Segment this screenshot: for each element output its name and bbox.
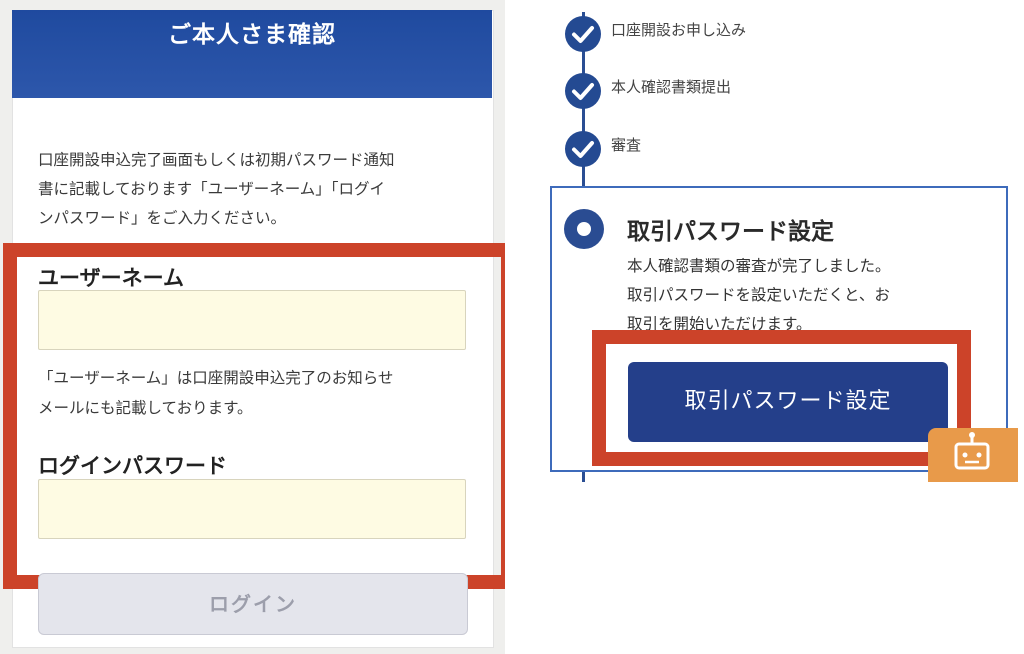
password-label: ログインパスワード <box>38 454 227 478</box>
check-icon <box>565 131 601 167</box>
desc-line: 本人確認書類の審査が完了しました。 <box>627 257 891 275</box>
password-input[interactable] <box>38 479 466 539</box>
desc-line: 取引パスワードを設定いただくと、お <box>627 286 890 304</box>
check-icon <box>565 73 601 109</box>
set-trading-password-label: 取引パスワード設定 <box>684 389 892 414</box>
intro-text: 口座開設申込完了画面もしくは初期パスワード通知 書に記載しております「ユーザーネ… <box>38 146 470 233</box>
step-label-review: 審査 <box>611 136 642 154</box>
set-trading-password-button[interactable]: 取引パスワード設定 <box>628 362 948 442</box>
step-label-id-documents: 本人確認書類提出 <box>611 78 732 96</box>
username-label: ユーザーネーム <box>38 266 184 290</box>
current-step-dot-icon <box>564 209 604 249</box>
step-label-application: 口座開設お申し込み <box>611 21 747 39</box>
login-button-label: ログイン <box>209 592 297 616</box>
check-icon <box>565 16 601 52</box>
chat-support-icon[interactable] <box>928 428 1018 482</box>
username-note: 「ユーザーネーム」は口座開設申込完了のお知らせ メールにも記載しております。 <box>38 363 470 423</box>
page-title: ご本人さま確認 <box>12 10 492 98</box>
username-input[interactable] <box>38 290 466 350</box>
current-step-description: 本人確認書類の審査が完了しました。 取引パスワードを設定いただくと、お 取引を開… <box>627 252 957 339</box>
intro-line: 書に記載しております「ユーザーネーム」「ログイ <box>38 180 386 198</box>
current-step-title: 取引パスワード設定 <box>627 219 834 245</box>
note-line: 「ユーザーネーム」は口座開設申込完了のお知らせ <box>38 369 394 387</box>
note-line: メールにも記載しております。 <box>38 399 253 417</box>
intro-line: ンパスワード」をご入力ください。 <box>38 209 287 227</box>
login-button[interactable]: ログイン <box>38 573 468 635</box>
intro-line: 口座開設申込完了画面もしくは初期パスワード通知 <box>38 151 395 169</box>
page-title-text: ご本人さま確認 <box>168 22 336 48</box>
